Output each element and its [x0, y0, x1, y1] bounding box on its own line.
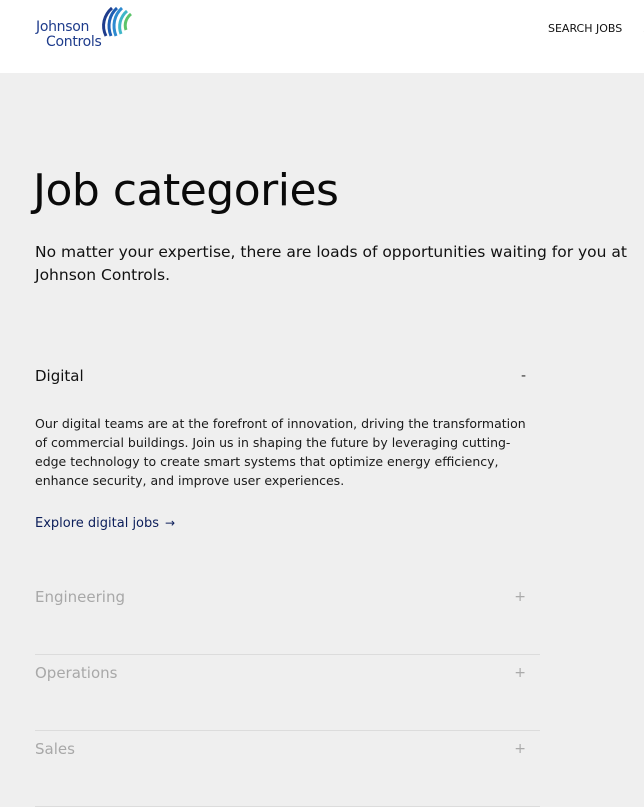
accordion-title: Operations — [35, 664, 117, 682]
explore-digital-jobs-link[interactable]: Explore digital jobs → — [35, 516, 175, 531]
accordion-title: Engineering — [35, 588, 125, 606]
logo-line-2: Controls — [46, 35, 102, 49]
logo-mark-icon — [100, 6, 134, 38]
accordion-header-operations[interactable]: Operations + — [35, 655, 540, 693]
expand-icon[interactable]: + — [514, 665, 526, 681]
intro-text: No matter your expertise, there are load… — [35, 241, 644, 287]
accordion-item-sales: Sales + — [35, 731, 540, 807]
accordion-header-digital[interactable]: Digital - — [35, 358, 540, 396]
expand-icon[interactable]: + — [514, 589, 526, 605]
accordion-body: Our digital teams are at the forefront o… — [35, 414, 540, 490]
accordion-item-operations: Operations + — [35, 655, 540, 731]
johnson-controls-logo[interactable]: Johnson Controls — [36, 6, 136, 52]
site-header: Johnson Controls SEARCH JOBS AB — [0, 0, 644, 73]
logo-line-1: Johnson — [36, 20, 89, 34]
accordion-item-digital: Digital - Our digital teams are at the f… — [35, 358, 540, 531]
accordion-header-engineering[interactable]: Engineering + — [35, 579, 540, 617]
arrow-right-icon: → — [165, 516, 175, 530]
page-title: Job categories — [33, 164, 338, 218]
explore-link-label: Explore digital jobs — [35, 516, 159, 531]
top-nav: SEARCH JOBS AB — [548, 22, 644, 35]
accordion-item-engineering: Engineering + — [35, 579, 540, 655]
accordion-header-sales[interactable]: Sales + — [35, 731, 540, 769]
expand-icon[interactable]: + — [514, 741, 526, 757]
accordion-title: Sales — [35, 740, 75, 758]
nav-search-jobs[interactable]: SEARCH JOBS — [548, 22, 622, 35]
job-categories-accordion: Digital - Our digital teams are at the f… — [35, 358, 540, 807]
accordion-title: Digital — [35, 367, 84, 385]
collapse-icon[interactable]: - — [521, 368, 526, 384]
